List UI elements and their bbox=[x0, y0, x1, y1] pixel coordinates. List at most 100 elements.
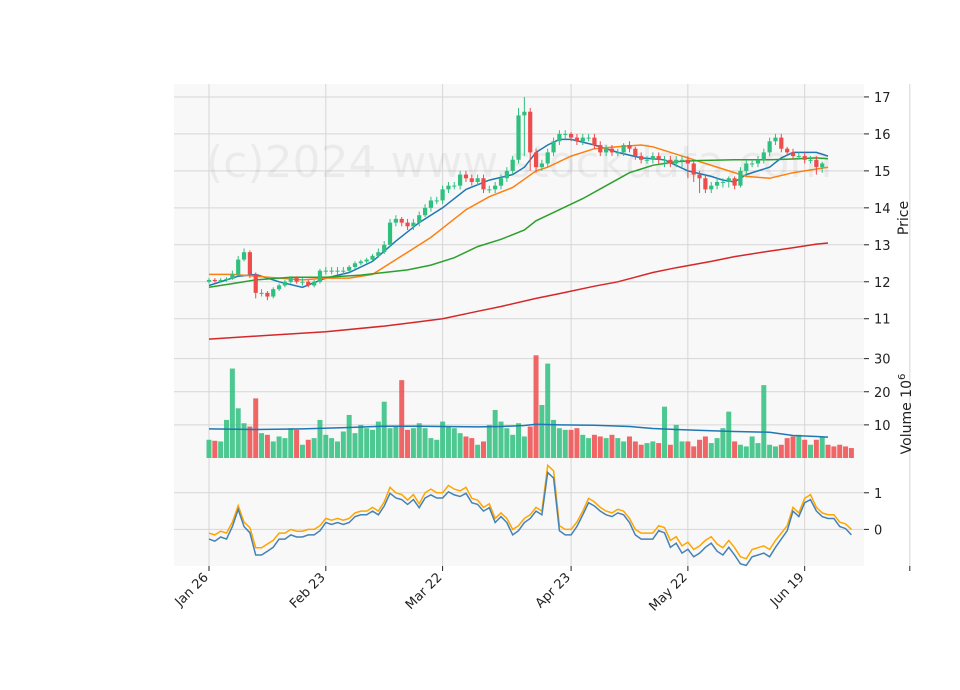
candle-body bbox=[341, 270, 346, 272]
candle-body bbox=[563, 133, 568, 135]
candle-body bbox=[568, 133, 574, 138]
volume-bar bbox=[626, 436, 632, 458]
candle-body bbox=[236, 259, 241, 275]
candle-body bbox=[493, 185, 498, 190]
volume-bar bbox=[603, 438, 609, 458]
candle-body bbox=[615, 152, 620, 154]
candle-body bbox=[224, 278, 229, 280]
price-tick-label: 14 bbox=[874, 202, 891, 217]
volume-bar bbox=[726, 411, 732, 458]
volume-bar bbox=[381, 401, 387, 458]
volume-bar bbox=[323, 434, 329, 458]
candle-body bbox=[387, 222, 393, 245]
x-tick-label: Jan 26 bbox=[172, 570, 212, 610]
candle-body bbox=[434, 200, 439, 202]
volume-bar bbox=[253, 398, 259, 458]
volume-bar bbox=[463, 436, 469, 458]
candle-body bbox=[796, 156, 801, 158]
candle-body bbox=[469, 178, 474, 182]
candle-body bbox=[557, 133, 562, 142]
candle-body bbox=[539, 163, 544, 168]
candle-body bbox=[773, 137, 778, 142]
volume-bar bbox=[410, 428, 416, 458]
candle-body bbox=[744, 163, 749, 171]
volume-bar bbox=[224, 419, 230, 458]
volume-bar bbox=[644, 443, 650, 458]
volume-axis-exponent: 6 bbox=[897, 374, 908, 380]
candle-body bbox=[481, 178, 486, 190]
candle-body bbox=[312, 281, 317, 286]
candle-body bbox=[703, 178, 708, 190]
volume-bar bbox=[556, 428, 562, 458]
volume-bar bbox=[282, 438, 288, 458]
candle-body bbox=[487, 189, 492, 191]
volume-bar bbox=[714, 438, 720, 458]
volume-bar bbox=[819, 436, 825, 458]
candle-body bbox=[644, 159, 650, 161]
candle-body bbox=[592, 137, 597, 145]
volume-bar bbox=[422, 428, 428, 458]
candle-body bbox=[458, 174, 463, 186]
candle-body bbox=[294, 278, 299, 282]
volume-bar bbox=[469, 438, 475, 458]
candle-body bbox=[533, 152, 539, 168]
volume-bar bbox=[399, 380, 405, 458]
x-tick-label: Jun 19 bbox=[767, 570, 807, 610]
candle-body bbox=[504, 170, 509, 179]
volume-bar bbox=[364, 428, 370, 458]
volume-bar bbox=[702, 436, 708, 458]
volume-bar bbox=[691, 446, 697, 458]
volume-bar bbox=[615, 438, 621, 458]
candle-body bbox=[347, 266, 352, 271]
candle-body bbox=[382, 244, 387, 253]
volume-bar bbox=[825, 444, 831, 458]
candle-body bbox=[358, 261, 363, 264]
volume-bar bbox=[679, 441, 685, 458]
volume-bar bbox=[802, 439, 808, 458]
candle-body bbox=[411, 222, 416, 227]
volume-bar bbox=[790, 436, 796, 458]
volume-bar bbox=[428, 438, 434, 458]
volume-bar bbox=[352, 433, 358, 458]
volume-bar bbox=[808, 444, 814, 458]
volume-bar bbox=[749, 436, 755, 458]
candle-body bbox=[271, 289, 276, 297]
candle-body bbox=[574, 137, 580, 142]
price-tick-label: 15 bbox=[874, 165, 891, 180]
candle-body bbox=[738, 170, 743, 186]
candle-body bbox=[306, 281, 311, 286]
stock-chart: (c)2024 www.stockdata.com 11 12 13 14 15 16 17… bbox=[0, 0, 960, 690]
volume-bar bbox=[416, 423, 422, 458]
candle-body bbox=[604, 148, 609, 153]
volume-bar bbox=[848, 448, 854, 458]
volume-bar bbox=[492, 409, 498, 458]
candle-body bbox=[656, 156, 661, 160]
candle-body bbox=[440, 189, 445, 201]
volume-bar bbox=[516, 423, 522, 458]
candle-body bbox=[446, 185, 451, 190]
volume-bar bbox=[305, 439, 311, 458]
candle-body bbox=[399, 218, 404, 223]
candle-body bbox=[405, 222, 410, 227]
candle-body bbox=[241, 252, 247, 260]
volume-bar bbox=[370, 429, 376, 458]
price-tick-label: 16 bbox=[874, 128, 891, 143]
volume-bar bbox=[527, 426, 533, 458]
volume-bar bbox=[340, 431, 346, 458]
volume-bar bbox=[837, 444, 843, 458]
volume-bar bbox=[586, 438, 592, 458]
candle-body bbox=[685, 159, 690, 164]
candle-body bbox=[633, 148, 638, 157]
candle-body bbox=[422, 207, 428, 216]
volume-bar bbox=[843, 446, 849, 458]
volume-bar bbox=[778, 444, 784, 458]
volume-bar bbox=[504, 428, 510, 458]
volume-bar bbox=[317, 419, 323, 458]
volume-bar bbox=[334, 441, 340, 458]
volume-bar bbox=[451, 428, 457, 458]
osc-tick-label: 0 bbox=[874, 523, 882, 538]
volume-bar bbox=[235, 408, 241, 458]
volume-bar bbox=[732, 441, 738, 458]
candle-body bbox=[376, 252, 381, 256]
x-tick-label: Mar 22 bbox=[403, 570, 446, 613]
